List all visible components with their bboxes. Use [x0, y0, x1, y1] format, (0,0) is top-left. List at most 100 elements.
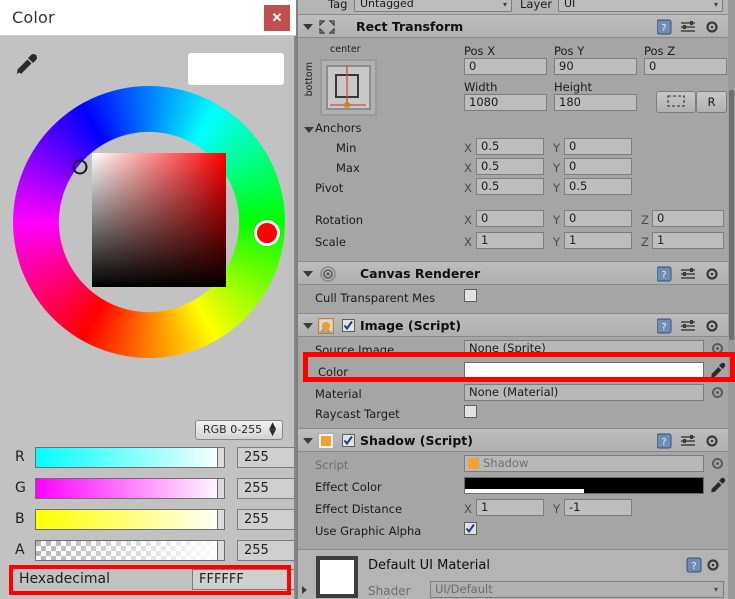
script-picker-icon[interactable]: [712, 458, 723, 469]
image-script-header[interactable]: Image (Script) ?: [298, 313, 728, 337]
effect-color-swatch[interactable]: [464, 477, 704, 494]
rotation-z-input[interactable]: 0: [652, 210, 724, 227]
saturation-value-cursor[interactable]: [72, 159, 88, 175]
slider-knob-g[interactable]: [217, 479, 224, 498]
pos-y-input[interactable]: 90: [554, 58, 637, 75]
script-asset-icon: [468, 458, 479, 469]
inspector-scrollbar-track[interactable]: [728, 0, 735, 599]
shadow-script-title: Shadow (Script): [360, 433, 473, 448]
layer-dropdown[interactable]: UI ▾: [558, 0, 723, 12]
shadow-script-enable-checkbox[interactable]: [342, 434, 355, 447]
rot-y-axis-label: Y: [553, 213, 561, 227]
color-mode-dropdown[interactable]: RGB 0-255 ▲ ▼: [195, 420, 283, 440]
height-input[interactable]: 180: [554, 94, 637, 111]
anchors-foldout-icon[interactable]: [304, 127, 314, 137]
pos-x-label: Pos X: [464, 44, 496, 58]
color-wheel[interactable]: [13, 86, 285, 358]
scale-x-input[interactable]: 1: [476, 232, 544, 249]
slider-knob-r[interactable]: [217, 448, 224, 467]
anchor-min-x-input[interactable]: 0.5: [476, 138, 544, 155]
effect-distance-y-input[interactable]: -1: [564, 499, 632, 516]
color-swatch-field[interactable]: [464, 362, 704, 379]
material-picker-icon[interactable]: [712, 387, 723, 398]
width-input[interactable]: 1080: [464, 94, 547, 111]
use-graphic-alpha-checkbox[interactable]: [464, 522, 477, 535]
shader-label: Shader: [368, 584, 411, 598]
component-image-script: Image (Script) ? Source Image None (Spri…: [298, 313, 728, 426]
material-preview-swatch: [316, 556, 358, 598]
color-eyedropper-icon[interactable]: [708, 361, 728, 381]
channel-slider-g[interactable]: [35, 478, 225, 499]
channel-slider-b[interactable]: [35, 509, 225, 530]
anchor-preset-button[interactable]: [320, 59, 377, 116]
material-field[interactable]: None (Material): [464, 384, 704, 401]
effect-distance-x-input[interactable]: 1: [476, 499, 544, 516]
pos-x-input[interactable]: 0: [464, 58, 547, 75]
blueprint-mode-button[interactable]: [656, 91, 696, 113]
close-button[interactable]: ✕: [264, 5, 290, 31]
channel-value-g[interactable]: 255: [237, 478, 295, 499]
slider-knob-a[interactable]: [217, 541, 224, 560]
pivot-label: Pivot: [315, 181, 344, 195]
anchors-label: Anchors: [315, 121, 362, 135]
material-foldout-icon[interactable]: [302, 586, 307, 594]
canvas-renderer-title: Canvas Renderer: [360, 266, 481, 281]
source-image-picker-icon[interactable]: [712, 343, 723, 354]
hue-cursor[interactable]: [254, 220, 280, 246]
channel-value-r[interactable]: 255: [237, 447, 295, 468]
source-image-label: Source Image: [315, 343, 395, 357]
pivot-y-input[interactable]: 0.5: [564, 178, 632, 195]
anchor-max-y-input[interactable]: 0: [564, 158, 632, 175]
hexadecimal-row: Hexadecimal FFFFFF: [15, 569, 295, 591]
scale-y-input[interactable]: 1: [564, 232, 632, 249]
hexadecimal-input[interactable]: FFFFFF: [192, 569, 295, 590]
eyedropper-icon[interactable]: [11, 50, 41, 80]
channel-row-g: G 255: [15, 478, 295, 500]
raycast-target-label: Raycast Target: [315, 407, 400, 421]
max-y-axis-label: Y: [553, 161, 561, 175]
rotation-x-input[interactable]: 0: [476, 210, 544, 227]
effect-color-eyedropper-icon[interactable]: [708, 476, 728, 496]
inspector-scrollbar-thumb[interactable]: [729, 90, 734, 340]
dialog-titlebar: Color ✕: [0, 0, 296, 36]
script-field[interactable]: Shadow: [464, 455, 704, 472]
channel-slider-r[interactable]: [35, 447, 225, 468]
layer-label: Layer: [520, 0, 553, 11]
shader-dropdown[interactable]: UI/Default ▾: [430, 581, 724, 598]
scale-label: Scale: [315, 235, 346, 249]
foldout-arrow-icon[interactable]: [303, 271, 313, 281]
channel-row-a: A 255: [15, 540, 295, 562]
tag-layer-row: Tag Untagged ▾ Layer UI ▾: [298, 0, 728, 14]
shadow-script-header[interactable]: Shadow (Script) ?: [298, 428, 728, 452]
channel-value-a[interactable]: 255: [237, 540, 295, 561]
tag-dropdown[interactable]: Untagged ▾: [354, 0, 512, 12]
saturation-value-square[interactable]: [92, 153, 226, 287]
slider-knob-b[interactable]: [217, 510, 224, 529]
image-script-enable-checkbox[interactable]: [342, 319, 355, 332]
channel-slider-a[interactable]: [35, 540, 225, 561]
pivot-x-input[interactable]: 0.5: [476, 178, 544, 195]
foldout-arrow-icon[interactable]: [303, 323, 313, 333]
scale-z-input[interactable]: 1: [652, 232, 724, 249]
source-image-field[interactable]: None (Sprite): [464, 340, 704, 357]
pivot-x-axis-label: X: [464, 181, 472, 195]
cull-transparent-mesh-checkbox[interactable]: [464, 289, 477, 302]
foldout-arrow-icon[interactable]: [303, 438, 313, 448]
canvas-renderer-header[interactable]: Canvas Renderer ?: [298, 261, 728, 285]
anchor-max-x-input[interactable]: 0.5: [476, 158, 544, 175]
foldout-arrow-icon[interactable]: [303, 24, 313, 34]
color-label: Color: [318, 365, 349, 379]
default-ui-material-title: Default UI Material: [368, 558, 490, 573]
raycast-target-checkbox[interactable]: [464, 405, 477, 418]
updown-arrows-icon: ▲ ▼: [269, 421, 276, 438]
channel-row-r: R 255: [15, 447, 295, 469]
raw-edit-button[interactable]: R: [696, 91, 727, 113]
anchor-preset-top-label: center: [330, 44, 361, 55]
pos-z-input[interactable]: 0: [644, 58, 727, 75]
rect-transform-header[interactable]: Rect Transform ?: [298, 14, 728, 38]
effect-distance-x-axis-label: X: [464, 502, 472, 516]
rotation-y-input[interactable]: 0: [564, 210, 632, 227]
effect-color-alpha-bar: [465, 489, 584, 493]
anchor-min-y-input[interactable]: 0: [564, 138, 632, 155]
channel-value-b[interactable]: 255: [237, 509, 295, 530]
